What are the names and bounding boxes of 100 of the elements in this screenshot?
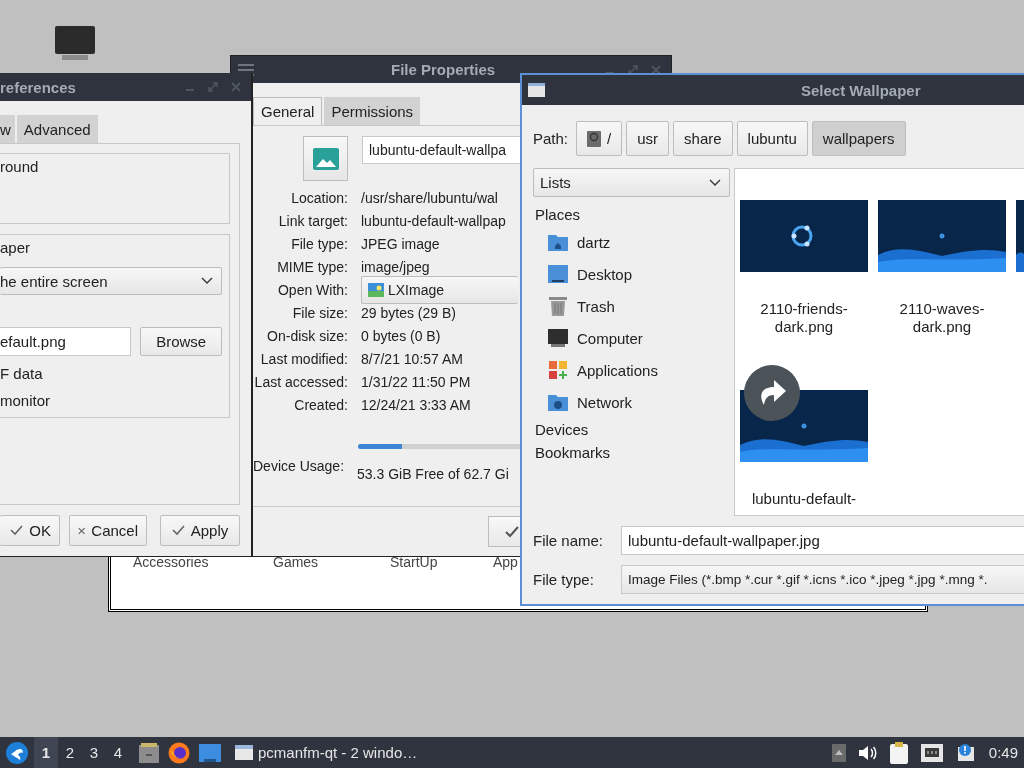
path-button[interactable]: share	[673, 121, 733, 156]
applications-icon	[548, 361, 568, 379]
image-icon	[312, 147, 339, 170]
workspace-button[interactable]: 1	[34, 737, 58, 768]
drive-icon	[587, 130, 602, 147]
path-label: Path:	[533, 130, 569, 147]
update-notification-icon[interactable]	[955, 742, 976, 763]
place-item[interactable]: Trash	[533, 290, 730, 322]
field-value: 0 bytes (0 B)	[361, 327, 441, 344]
tab[interactable]: Permissions	[324, 97, 421, 125]
window-icon	[528, 83, 545, 97]
section-header[interactable]: Devices	[535, 418, 730, 441]
maximize-icon[interactable]	[628, 64, 638, 75]
field-label: File type:	[291, 235, 348, 252]
workspace-button[interactable]: 2	[58, 737, 82, 768]
ok-button[interactable]	[488, 516, 520, 547]
home-folder-icon	[548, 233, 568, 251]
file-type-dropdown[interactable]: Image Files (*.bmp *.cur *.gif *.icns *.ico *.jpeg *.jpg *.mng *.	[621, 565, 1024, 594]
check-icon	[171, 525, 185, 536]
field-value: 8/7/21 10:57 AM	[361, 350, 463, 367]
start-menu-icon[interactable]	[6, 741, 28, 764]
check-icon	[10, 525, 24, 536]
clock[interactable]: 0:49	[988, 744, 1018, 761]
field-label: Location:	[291, 189, 348, 206]
window-title: File Properties	[391, 61, 496, 78]
folder-label[interactable]: Accessories	[133, 554, 209, 570]
field-value: image/jpeg	[361, 258, 430, 275]
file-name-label: File name:	[533, 532, 605, 549]
path-button[interactable]: usr	[626, 121, 670, 156]
file-name[interactable]: lubuntu-default-	[740, 490, 868, 508]
field-value: 29 bytes (29 B)	[361, 304, 456, 321]
field-value: lubuntu-default-wallpap	[361, 212, 506, 229]
field-value: 12/24/21 3:33 AM	[361, 396, 471, 413]
open-with-dropdown[interactable]: LXImage	[361, 275, 518, 304]
file-icon-button[interactable]	[303, 136, 348, 181]
check-icon	[505, 525, 519, 538]
file-name[interactable]: 2110-friends-dark.png	[740, 300, 868, 336]
field-label: MIME type:	[277, 258, 348, 275]
usage-reading: 53.3 GiB Free of 62.7 Gi	[357, 466, 510, 482]
path-button[interactable]: /	[576, 121, 623, 156]
chevron-down-icon	[201, 277, 213, 285]
file-name-field[interactable]: lubuntu-default-wallpaper.jpg	[621, 526, 1024, 555]
close-icon[interactable]	[651, 64, 661, 75]
place-item[interactable]: Computer	[533, 322, 730, 354]
file-manager-icon[interactable]	[139, 742, 159, 763]
folder-label[interactable]: StartUp	[390, 554, 438, 570]
device-usage-label: Device Usage:	[253, 457, 346, 474]
network-folder-icon	[548, 393, 568, 411]
chevron-down-icon	[709, 178, 721, 187]
field-label: File size:	[292, 304, 348, 321]
folder-label[interactable]: Games	[273, 554, 319, 570]
place-item[interactable]: Network	[533, 386, 730, 418]
field-value: JPEG image	[361, 235, 440, 252]
path-button[interactable]: lubuntu	[736, 121, 808, 156]
volume-icon[interactable]	[858, 744, 877, 761]
browser-icon[interactable]	[168, 741, 190, 764]
dialog-button[interactable]: Cancel	[69, 515, 147, 546]
field-label: On-disk size:	[267, 327, 348, 344]
folder-label[interactable]: App	[493, 554, 518, 570]
file-name[interactable]: 2110-waves-dark.png	[878, 300, 1006, 336]
window-icon	[235, 745, 253, 760]
tab[interactable]: Advanced	[16, 115, 98, 143]
clipboard-icon[interactable]	[889, 741, 908, 764]
option-label[interactable]: F data	[0, 364, 222, 383]
field-label: Last modified:	[260, 350, 348, 367]
image-viewer-icon	[368, 282, 384, 297]
file-type-label: File type:	[533, 571, 595, 588]
trash-icon	[548, 296, 568, 316]
field-label: Created:	[294, 396, 348, 413]
field-label: Last accessed:	[254, 373, 348, 390]
computer-icon	[548, 329, 568, 347]
desktop-icon[interactable]	[199, 743, 221, 762]
view-mode-dropdown[interactable]: Lists	[533, 168, 730, 197]
field-value: 1/31/22 11:50 PM	[361, 373, 471, 390]
wallpaper-file-field[interactable]: efault.png	[0, 327, 132, 356]
cross-icon	[78, 525, 86, 536]
tab[interactable]: w	[0, 115, 15, 143]
place-item[interactable]: dartz	[533, 226, 730, 258]
group-title: aper	[0, 239, 32, 257]
dialog-button[interactable]: OK	[0, 515, 60, 546]
section-header[interactable]: Places	[535, 203, 730, 226]
group-title: round	[0, 158, 39, 175]
tab[interactable]: General	[253, 97, 323, 125]
name-field[interactable]: lubuntu-default-wallpa	[362, 136, 520, 164]
taskbar-window-button[interactable]: pcmanfm-qt - 2 windo…	[231, 737, 422, 768]
path-button[interactable]: wallpapers	[811, 121, 906, 156]
wallpaper-mode-dropdown[interactable]: he entire screen	[0, 267, 222, 295]
workspace-button[interactable]: 3	[82, 737, 106, 768]
window-title: Select Wallpaper	[801, 81, 921, 99]
monitor-icon[interactable]	[54, 25, 96, 61]
network-icon[interactable]	[920, 743, 943, 762]
place-item[interactable]: Applications	[533, 354, 730, 386]
place-item[interactable]: Desktop	[533, 258, 730, 290]
option-label[interactable]: monitor	[0, 391, 222, 410]
browse-button[interactable]: Browse	[140, 327, 222, 356]
section-header[interactable]: Bookmarks	[535, 441, 730, 464]
field-label: Open With:	[277, 280, 348, 300]
dialog-button[interactable]: Apply	[160, 515, 240, 546]
field-value: /usr/share/lubuntu/wal	[361, 189, 498, 206]
workspace-button[interactable]: 4	[106, 737, 130, 768]
